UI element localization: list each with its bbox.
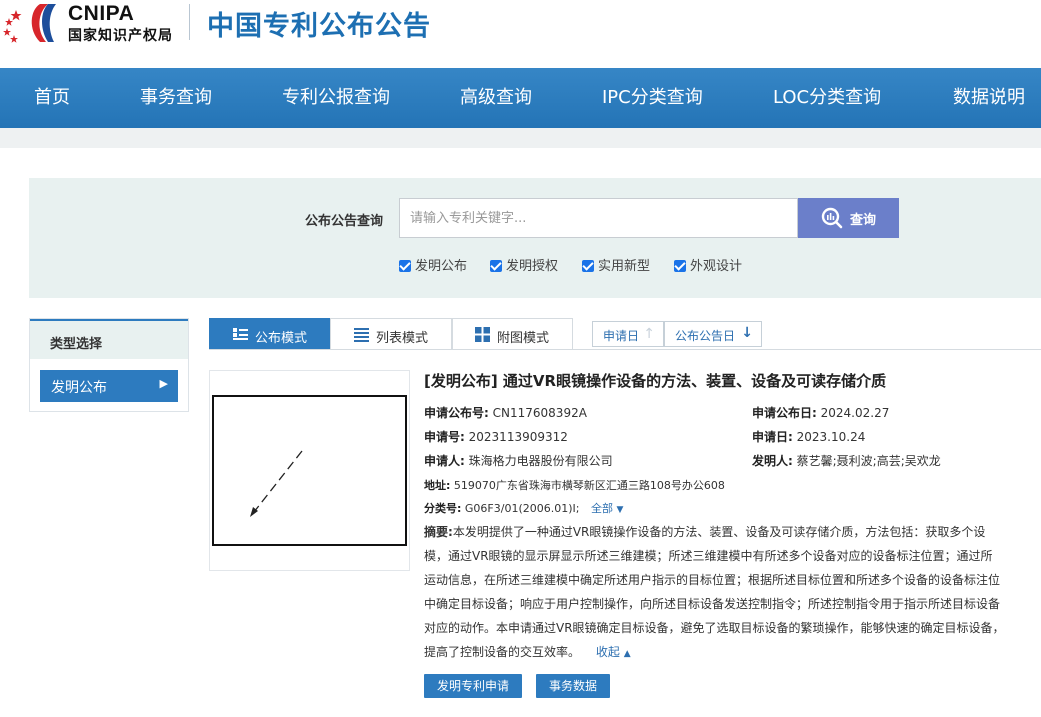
app-no-row: 申请号: 2023113909312 bbox=[424, 428, 568, 445]
patent-drawing bbox=[212, 395, 407, 546]
checkbox-checked-icon[interactable] bbox=[582, 260, 594, 272]
filter-utility-model[interactable]: 实用新型 bbox=[582, 255, 650, 274]
abstract-line: 模，通过VR眼镜的显示屏显示所述三维建模；所述三维建模中有所述多个设备对应的设备… bbox=[424, 549, 993, 563]
nav-item-data-notes[interactable]: 数据说明 bbox=[953, 68, 1025, 128]
invention-application-button[interactable]: 发明专利申请 bbox=[424, 674, 522, 698]
address-label: 地址: bbox=[424, 479, 451, 492]
list-icon bbox=[354, 328, 369, 342]
site-title: 中国专利公布公告 bbox=[207, 11, 431, 42]
dashed-arrow-icon bbox=[250, 450, 303, 517]
pub-no-label: 申请公布号: bbox=[424, 406, 489, 420]
arrow-up-icon: ↑ bbox=[643, 326, 655, 342]
nav-item-loc-query[interactable]: LOC分类查询 bbox=[773, 68, 881, 128]
grid-icon bbox=[475, 327, 490, 342]
inventor-label: 发明人: bbox=[752, 454, 793, 468]
sort-by-publication-date[interactable]: 公布公告日 ↓ bbox=[664, 321, 762, 347]
transaction-data-button[interactable]: 事务数据 bbox=[536, 674, 610, 698]
sidebar-heading: 类型选择 bbox=[30, 319, 188, 359]
search-icon bbox=[821, 207, 843, 229]
cnipa-mark-icon bbox=[31, 4, 56, 42]
app-no-label: 申请号: bbox=[424, 430, 465, 444]
checkbox-checked-icon[interactable] bbox=[674, 260, 686, 272]
pub-date-label: 申请公布日: bbox=[752, 406, 817, 420]
type-sidebar: 类型选择 发明公布 ▶ bbox=[29, 318, 189, 412]
main-nav: 首页 事务查询 专利公报查询 高级查询 IPC分类查询 LOC分类查询 数据说明 bbox=[0, 68, 1041, 128]
nav-item-transaction-query[interactable]: 事务查询 bbox=[140, 68, 212, 128]
cnipa-logo[interactable]: CNIPA 国家知识产权局 bbox=[2, 0, 187, 48]
checkbox-checked-icon[interactable] bbox=[490, 260, 502, 272]
caret-down-icon: ▼ bbox=[616, 505, 624, 515]
inventor-row: 发明人: 蔡艺馨;聂利波;高芸;吴欢龙 bbox=[752, 452, 941, 469]
nav-item-home[interactable]: 首页 bbox=[34, 68, 70, 128]
header-divider bbox=[189, 4, 190, 40]
app-date-row: 申请日: 2023.10.24 bbox=[752, 428, 865, 445]
list-bullets-icon bbox=[233, 328, 248, 340]
app-date-value: 2023.10.24 bbox=[796, 430, 866, 444]
app-no-value: 2023113909312 bbox=[468, 430, 568, 444]
class-all-link[interactable]: 全部 ▼ bbox=[591, 502, 623, 515]
search-input[interactable] bbox=[399, 198, 798, 238]
sort-by-application-date[interactable]: 申请日 ↑ bbox=[592, 321, 664, 347]
applicant-value: 珠海格力电器股份有限公司 bbox=[468, 454, 613, 468]
abstract-line: 提高了控制设备的交互效率。 收起 ▲ bbox=[424, 645, 631, 659]
tab-publication-mode[interactable]: 公布模式 bbox=[209, 318, 330, 350]
search-panel: 公布公告查询 查询 发明公布 发明授权 实用新型 外观设计 bbox=[29, 178, 1041, 298]
search-label: 公布公告查询 bbox=[305, 214, 384, 229]
class-value: G06F3/01(2006.01)I; bbox=[464, 502, 580, 515]
class-label: 分类号: bbox=[424, 502, 462, 515]
nav-item-gazette-query[interactable]: 专利公报查询 bbox=[282, 68, 390, 128]
tabs-divider bbox=[209, 349, 1041, 350]
arrow-down-icon: ↓ bbox=[741, 325, 753, 341]
app-date-label: 申请日: bbox=[752, 430, 793, 444]
patent-thumbnail[interactable] bbox=[209, 370, 410, 571]
sidebar-item-invention-publication[interactable]: 发明公布 ▶ bbox=[40, 370, 178, 402]
abstract: 摘要:本发明提供了一种通过VR眼镜操作设备的方法、装置、设备及可读存储介质，方法… bbox=[424, 520, 1041, 664]
class-row: 分类号: G06F3/01(2006.01)I; 全部 ▼ bbox=[424, 500, 623, 516]
site-header: CNIPA 国家知识产权局 中国专利公布公告 bbox=[0, 0, 1041, 68]
filter-invention-grant[interactable]: 发明授权 bbox=[490, 255, 558, 274]
applicant-row: 申请人: 珠海格力电器股份有限公司 bbox=[424, 452, 613, 469]
tab-list-mode[interactable]: 列表模式 bbox=[330, 318, 452, 350]
address-row: 地址: 519070广东省珠海市横琴新区汇通三路108号办公608 bbox=[424, 477, 725, 493]
pub-no-row: 申请公布号: CN117608392A bbox=[424, 404, 587, 421]
abstract-line: 对应的动作。本申请通过VR眼镜确定目标设备，避免了选取目标设备的繁琐操作，能够快… bbox=[424, 621, 1005, 635]
search-button[interactable]: 查询 bbox=[798, 198, 899, 238]
caret-right-icon: ▶ bbox=[159, 377, 168, 390]
filter-design[interactable]: 外观设计 bbox=[674, 255, 742, 274]
nav-subbar bbox=[0, 128, 1041, 148]
search-button-label: 查询 bbox=[850, 213, 877, 228]
result-title[interactable]: [发明公布] 通过VR眼镜操作设备的方法、装置、设备及可读存储介质 bbox=[424, 370, 886, 391]
collapse-link[interactable]: 收起 ▲ bbox=[596, 645, 631, 659]
nav-item-advanced-query[interactable]: 高级查询 bbox=[460, 68, 532, 128]
applicant-label: 申请人: bbox=[424, 454, 465, 468]
caret-up-icon: ▲ bbox=[623, 649, 631, 659]
logo-text-cn: 国家知识产权局 bbox=[68, 28, 173, 44]
abstract-line: 摘要:本发明提供了一种通过VR眼镜操作设备的方法、装置、设备及可读存储介质，方法… bbox=[424, 525, 986, 539]
tab-figure-mode[interactable]: 附图模式 bbox=[452, 318, 573, 350]
filter-invention-publication[interactable]: 发明公布 bbox=[399, 255, 467, 274]
abstract-line: 运动信息，在所述三维建模中确定所述用户指示的目标位置；根据所述目标位置和所述多个… bbox=[424, 573, 1001, 587]
nav-item-ipc-query[interactable]: IPC分类查询 bbox=[602, 68, 703, 128]
checkbox-checked-icon[interactable] bbox=[399, 260, 411, 272]
pub-no-value: CN117608392A bbox=[492, 406, 587, 420]
abstract-label: 摘要: bbox=[424, 525, 453, 539]
pub-date-value: 2024.02.27 bbox=[820, 406, 890, 420]
pub-date-row: 申请公布日: 2024.02.27 bbox=[752, 404, 889, 421]
logo-text-en: CNIPA bbox=[68, 2, 135, 25]
abstract-line: 中确定目标设备；响应于用户控制操作，向所述目标设备发送控制指令；所述控制指令用于… bbox=[424, 597, 1001, 611]
address-value: 519070广东省珠海市横琴新区汇通三路108号办公608 bbox=[453, 479, 725, 492]
inventor-value: 蔡艺馨;聂利波;高芸;吴欢龙 bbox=[796, 454, 941, 468]
